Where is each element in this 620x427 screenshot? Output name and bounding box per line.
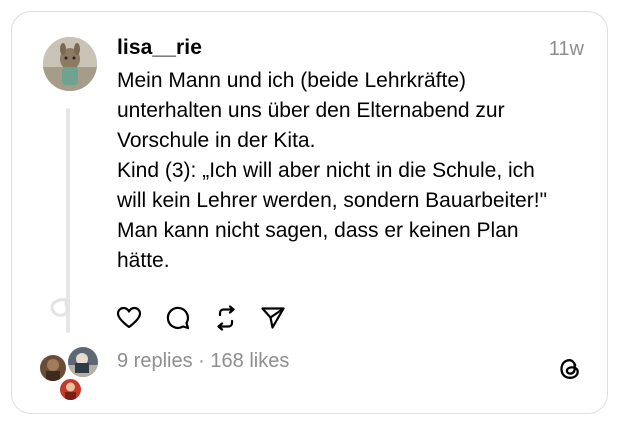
stats-separator: · (192, 350, 211, 372)
post-text: Mein Mann und ich (beide Lehrkräfte) unt… (117, 69, 548, 272)
replies-count[interactable]: 9 replies (117, 350, 193, 372)
author-username[interactable]: lisa__rie (117, 36, 202, 60)
likes-count[interactable]: 168 likes (210, 350, 289, 372)
repost-icon[interactable] (213, 305, 239, 331)
reply-avatar[interactable] (66, 345, 100, 379)
send-icon[interactable] (260, 305, 286, 331)
comment-icon[interactable] (165, 305, 191, 331)
heart-icon[interactable] (116, 305, 142, 331)
author-avatar[interactable] (43, 37, 97, 91)
threads-logo-icon[interactable] (557, 356, 583, 382)
post-timestamp[interactable]: 11w (549, 38, 584, 61)
reply-avatar[interactable] (58, 377, 83, 402)
post-stats: 9 replies · 168 likes (117, 350, 289, 373)
thread-loop-icon (50, 298, 70, 317)
